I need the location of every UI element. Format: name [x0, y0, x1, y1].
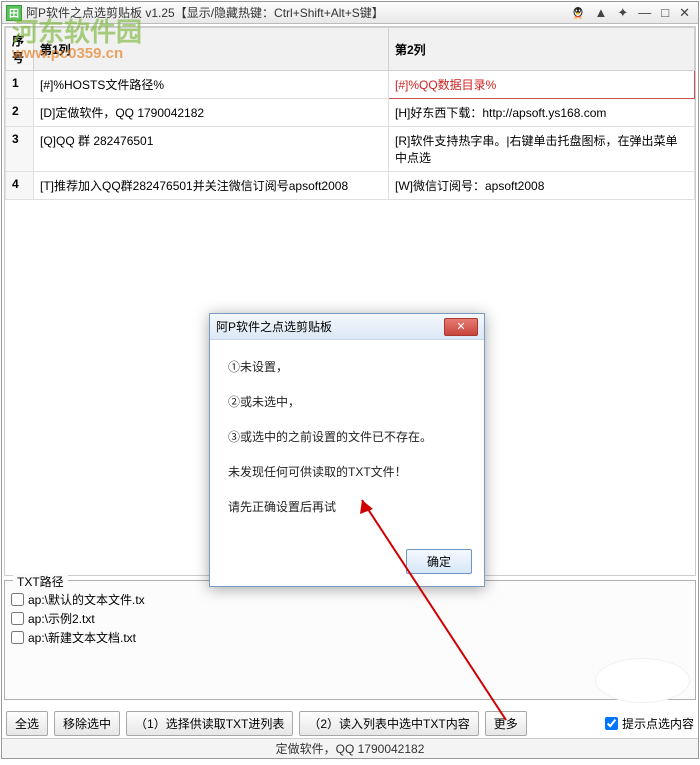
- panel-legend: TXT路径: [13, 573, 68, 590]
- file-row[interactable]: ap:\示例2.txt: [11, 610, 689, 627]
- col-header-num[interactable]: 序号: [6, 28, 34, 71]
- app-icon: 田: [6, 5, 22, 21]
- button-bar: 全选 移除选中 （1）选择供读取TXT进列表 （2）读入列表中选中TXT内容 更…: [6, 710, 694, 736]
- dialog-line: ①未设置，: [228, 358, 466, 375]
- file-checkbox[interactable]: [11, 631, 24, 644]
- decorative-blob: [595, 658, 690, 703]
- table-row[interactable]: 4 [T]推荐加入QQ群282476501并关注微信订阅号apsoft2008 …: [6, 172, 695, 200]
- hint-checkbox[interactable]: [605, 717, 618, 730]
- table-row[interactable]: 2 [D]定做软件，QQ 1790042182 [H]好东西下载：http://…: [6, 99, 695, 127]
- maximize-button[interactable]: □: [659, 5, 671, 20]
- file-path: ap:\新建文本文档.txt: [28, 629, 136, 646]
- window-title: 阿P软件之点选剪贴板 v1.25【显示/隐藏热键：Ctrl+Shift+Alt+…: [26, 4, 570, 21]
- dialog-titlebar[interactable]: 阿P软件之点选剪贴板 ✕: [210, 314, 484, 340]
- close-button[interactable]: ✕: [677, 5, 692, 21]
- settings-icon[interactable]: ✦: [615, 5, 630, 21]
- hint-checkbox-label[interactable]: 提示点选内容: [605, 715, 694, 732]
- dialog-ok-button[interactable]: 确定: [406, 549, 472, 574]
- col-header-1[interactable]: 第1列: [34, 28, 389, 71]
- dialog-title: 阿P软件之点选剪贴板: [216, 318, 444, 335]
- titlebar: 田 阿P软件之点选剪贴板 v1.25【显示/隐藏热键：Ctrl+Shift+Al…: [2, 2, 698, 24]
- read-txt-button[interactable]: （2）读入列表中选中TXT内容: [299, 711, 478, 736]
- file-checkbox[interactable]: [11, 612, 24, 625]
- dialog-close-button[interactable]: ✕: [444, 318, 478, 336]
- more-button[interactable]: 更多: [485, 711, 527, 736]
- dialog-line: ③或选中的之前设置的文件已不存在。: [228, 428, 466, 445]
- status-bar: 定做软件，QQ 1790042182: [2, 738, 698, 758]
- dialog-line: 请先正确设置后再试: [228, 498, 466, 515]
- dialog-line: 未发现任何可供读取的TXT文件！: [228, 463, 466, 480]
- table-row[interactable]: 3 [Q]QQ 群 282476501 [R]软件支持热字串。|右键单击托盘图标…: [6, 127, 695, 172]
- minimize-button[interactable]: —: [636, 5, 653, 20]
- message-dialog: 阿P软件之点选剪贴板 ✕ ①未设置， ②或未选中， ③或选中的之前设置的文件已不…: [209, 313, 485, 587]
- load-txt-button[interactable]: （1）选择供读取TXT进列表: [126, 711, 293, 736]
- qq-icon[interactable]: [570, 5, 586, 21]
- select-all-button[interactable]: 全选: [6, 711, 48, 736]
- file-checkbox[interactable]: [11, 593, 24, 606]
- file-row[interactable]: ap:\新建文本文档.txt: [11, 629, 689, 646]
- col-header-2[interactable]: 第2列: [389, 28, 695, 71]
- dialog-body: ①未设置， ②或未选中， ③或选中的之前设置的文件已不存在。 未发现任何可供读取…: [210, 340, 484, 543]
- dialog-line: ②或未选中，: [228, 393, 466, 410]
- file-path: ap:\默认的文本文件.tx: [28, 591, 145, 608]
- table-row[interactable]: 1 [#]%HOSTS文件路径% [#]%QQ数据目录%: [6, 71, 695, 99]
- pin-icon[interactable]: ▲: [592, 5, 609, 20]
- file-row[interactable]: ap:\默认的文本文件.tx: [11, 591, 689, 608]
- txt-path-panel: TXT路径 ap:\默认的文本文件.tx ap:\示例2.txt ap:\新建文…: [4, 580, 696, 700]
- remove-selected-button[interactable]: 移除选中: [54, 711, 120, 736]
- file-path: ap:\示例2.txt: [28, 610, 95, 627]
